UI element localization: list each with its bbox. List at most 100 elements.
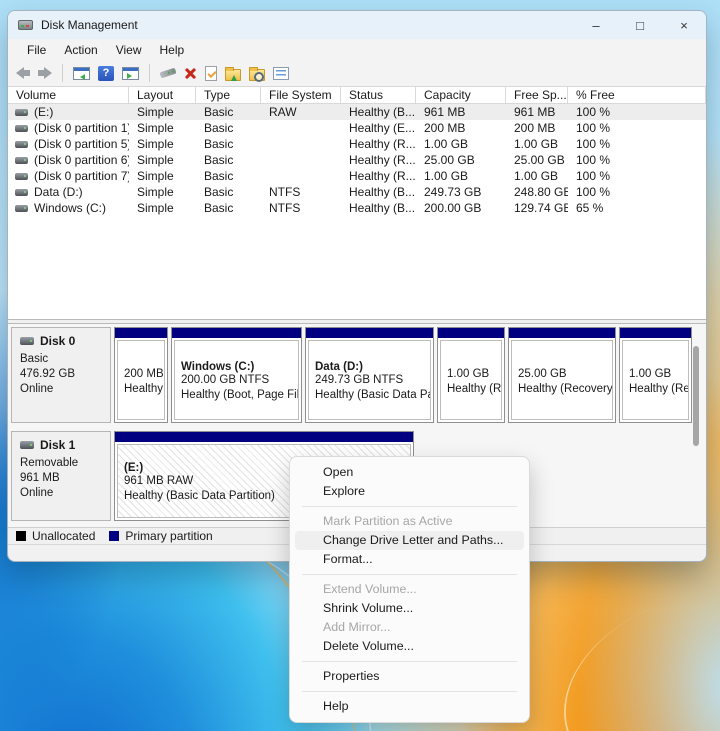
partition-recovery-2[interactable]: 25.00 GB Healthy (Recovery [508, 327, 616, 423]
partition-recovery-3[interactable]: 1.00 GB Healthy (Rec [619, 327, 692, 423]
back-icon[interactable] [16, 67, 30, 79]
toolbar-separator [62, 64, 63, 82]
disk0-status: Online [20, 383, 54, 395]
menu-view[interactable]: View [107, 43, 151, 57]
vertical-scrollbar[interactable] [693, 346, 699, 446]
col-status[interactable]: Status [341, 87, 416, 103]
primary-partition-strip [115, 328, 167, 338]
close-button[interactable]: × [662, 11, 706, 39]
menu-item-change-drive-letter[interactable]: Change Drive Letter and Paths... [295, 531, 524, 550]
forward-icon[interactable] [38, 67, 52, 79]
delete-volume-icon[interactable] [184, 67, 197, 80]
menu-item-format[interactable]: Format... [295, 550, 524, 569]
primary-partition-strip [115, 432, 413, 442]
cell-pct: 100 % [576, 185, 611, 199]
help-icon[interactable] [98, 65, 114, 81]
table-row[interactable]: (Disk 0 partition 1) Simple Basic Health… [8, 120, 706, 136]
cell-pct: 100 % [576, 153, 611, 167]
cell-capacity: 200 MB [424, 121, 466, 135]
menu-separator [302, 691, 517, 692]
col-layout[interactable]: Layout [129, 87, 196, 103]
primary-partition-strip [438, 328, 504, 338]
mark-active-icon[interactable] [205, 65, 217, 81]
cell-capacity: 1.00 GB [424, 169, 469, 183]
col-file-system[interactable]: File System [261, 87, 341, 103]
menu-separator [302, 574, 517, 575]
cell-type: Basic [204, 137, 234, 151]
table-row[interactable]: (Disk 0 partition 7) Simple Basic Health… [8, 168, 706, 184]
menu-item-help[interactable]: Help [295, 697, 524, 716]
menu-item-extend-volume: Extend Volume... [323, 582, 417, 596]
open-folder-icon[interactable] [225, 66, 241, 81]
show-action-pane-icon[interactable] [122, 66, 139, 80]
cell-layout: Simple [137, 121, 174, 135]
disk1-size: 961 MB [20, 472, 60, 484]
partition-recovery-1[interactable]: 1.00 GB Healthy (Re [437, 327, 505, 423]
col-volume[interactable]: Volume [8, 87, 129, 103]
maximize-button[interactable]: □ [618, 11, 662, 39]
volume-icon [15, 188, 28, 196]
menu-item-add-mirror: Add Mirror... [323, 620, 391, 634]
cell-capacity: 25.00 GB [424, 153, 475, 167]
toolbar-separator [149, 64, 150, 82]
menu-help[interactable]: Help [151, 43, 194, 57]
table-row[interactable]: (Disk 0 partition 6) Simple Basic Health… [8, 152, 706, 168]
col-type[interactable]: Type [196, 87, 261, 103]
table-header: Volume Layout Type File System Status Ca… [8, 87, 706, 104]
volume-icon [15, 124, 28, 132]
desktop-wallpaper: Disk Management – □ × File Action View H… [0, 0, 720, 731]
cell-free: 129.74 GB [514, 201, 568, 215]
col-pct-free[interactable]: % Free [568, 87, 706, 103]
table-row[interactable]: Windows (C:) Simple Basic NTFS Healthy (… [8, 200, 706, 216]
menu-item-open[interactable]: Open [295, 463, 524, 482]
titlebar[interactable]: Disk Management – □ × [8, 11, 706, 39]
disk0-label: Disk 0 [40, 334, 76, 348]
col-capacity[interactable]: Capacity [416, 87, 506, 103]
cell-capacity: 249.73 GB [424, 185, 482, 199]
unallocated-label: Unallocated [32, 529, 96, 543]
disk1-status: Online [20, 487, 54, 499]
menu-item-properties[interactable]: Properties [295, 667, 524, 686]
menu-item-explore[interactable]: Explore [295, 482, 524, 501]
rescan-disks-icon[interactable] [159, 67, 177, 79]
volume-name: (Disk 0 partition 6) [34, 153, 129, 167]
menu-separator [302, 661, 517, 662]
table-row[interactable]: Data (D:) Simple Basic NTFS Healthy (B..… [8, 184, 706, 200]
col-free-space[interactable]: Free Sp... [506, 87, 568, 103]
show-console-tree-icon[interactable] [73, 66, 90, 80]
menu-action[interactable]: Action [55, 43, 106, 57]
window-title: Disk Management [41, 18, 138, 32]
partition-data-d[interactable]: Data (D:) 249.73 GB NTFS Healthy (Basic … [305, 327, 434, 423]
disk0-type: Basic [20, 353, 49, 365]
disk-management-app-icon [18, 20, 33, 30]
menu-item-delete-volume[interactable]: Delete Volume... [295, 637, 524, 656]
properties-icon[interactable] [273, 66, 289, 80]
menu-file[interactable]: File [18, 43, 55, 57]
disk1-type: Removable [20, 457, 79, 469]
cell-status: Healthy (B... [349, 185, 416, 199]
cell-layout: Simple [137, 185, 174, 199]
partition-windows-c[interactable]: Windows (C:) 200.00 GB NTFS Healthy (Boo… [171, 327, 302, 423]
menu-item-shrink-volume[interactable]: Shrink Volume... [295, 599, 524, 618]
table-row[interactable]: (Disk 0 partition 5) Simple Basic Health… [8, 136, 706, 152]
disk0-header[interactable]: Disk 0 Basic 476.92 GB Online [11, 327, 111, 423]
menu-item-mark-partition-active: Mark Partition as Active [323, 514, 453, 528]
disk1-header[interactable]: Disk 1 Removable 961 MB Online [11, 431, 111, 521]
explore-folder-icon[interactable] [249, 66, 265, 82]
volume-name: Windows (C:) [34, 201, 107, 215]
disk-icon [20, 441, 34, 449]
volume-icon [15, 156, 28, 164]
cell-type: Basic [204, 121, 234, 135]
cell-status: Healthy (B... [349, 201, 416, 215]
cell-type: Basic [204, 169, 234, 183]
cell-status: Healthy (R... [349, 153, 416, 167]
table-row[interactable]: (E:) Simple Basic RAW Healthy (B... 961 … [8, 104, 706, 120]
cell-layout: Simple [137, 153, 174, 167]
primary-partition-strip [620, 328, 691, 338]
cell-layout: Simple [137, 137, 174, 151]
minimize-button[interactable]: – [574, 11, 618, 39]
cell-pct: 65 % [576, 201, 604, 215]
partition-efi[interactable]: 200 MB Healthy [114, 327, 168, 423]
cell-free: 1.00 GB [514, 169, 559, 183]
disk1-label: Disk 1 [40, 438, 76, 452]
